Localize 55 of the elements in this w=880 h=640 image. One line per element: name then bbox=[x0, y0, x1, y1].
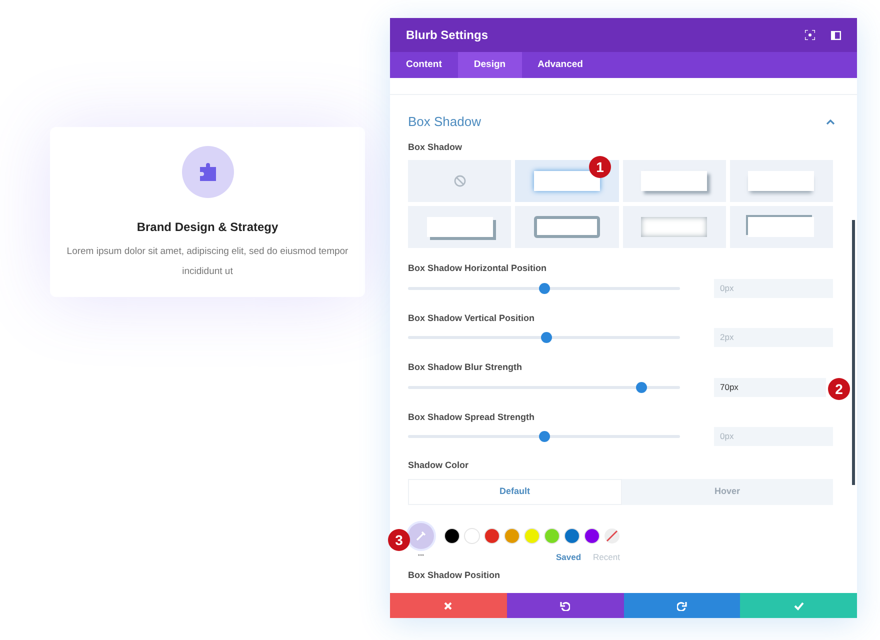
color-swatch[interactable] bbox=[544, 528, 560, 544]
field-label: Box Shadow bbox=[408, 140, 464, 154]
color-swatch[interactable] bbox=[464, 528, 480, 544]
color-swatch[interactable] bbox=[504, 528, 520, 544]
slider-thumb[interactable] bbox=[636, 382, 648, 392]
step-marker: 1 bbox=[589, 156, 611, 178]
redo-button[interactable] bbox=[624, 593, 740, 618]
scrollbar[interactable] bbox=[852, 220, 855, 485]
panel-tab[interactable]: Design bbox=[458, 52, 522, 78]
color-swatch[interactable] bbox=[524, 528, 540, 544]
shadow-preset[interactable] bbox=[730, 206, 833, 248]
no-shadow-icon bbox=[454, 175, 466, 187]
undo-icon bbox=[560, 600, 570, 610]
field-label: Box Shadow Horizontal Position bbox=[408, 262, 548, 275]
fullscreen-icon[interactable] bbox=[805, 30, 815, 40]
save-icon bbox=[794, 600, 804, 610]
color-picker-button[interactable] bbox=[408, 522, 434, 548]
value-field[interactable]: 0px bbox=[714, 278, 833, 298]
slider-thumb[interactable] bbox=[538, 282, 550, 294]
field-label: Box Shadow Spread Strength bbox=[408, 410, 536, 424]
step-marker: 2 bbox=[828, 378, 850, 400]
color-swatch[interactable] bbox=[584, 528, 600, 544]
value-field[interactable]: 0px bbox=[714, 427, 833, 446]
sidebar-icon[interactable] bbox=[831, 30, 841, 40]
shadow-preset[interactable] bbox=[515, 206, 618, 248]
panel-title: Blurb Settings bbox=[406, 27, 488, 44]
shadow-preset[interactable] bbox=[408, 206, 512, 248]
section-title[interactable]: Box Shadow bbox=[408, 112, 481, 132]
value-field[interactable]: 2px bbox=[714, 328, 833, 347]
palette-tab[interactable]: Saved bbox=[556, 550, 582, 564]
eyedropper-icon bbox=[415, 530, 427, 542]
panel-tab[interactable]: Content bbox=[390, 52, 458, 78]
step-marker: 3 bbox=[388, 529, 410, 551]
value-field[interactable]: 70px bbox=[714, 378, 826, 396]
card-text: Lorem ipsum dolor sit amet, adipiscing elit, sed do eiusmod tempor incididunt ut bbox=[66, 245, 350, 279]
color-swatch[interactable] bbox=[444, 528, 460, 544]
field-label: Box Shadow Vertical Position bbox=[408, 312, 536, 324]
card-title: Brand Design & Strategy bbox=[136, 219, 278, 236]
shadow-preset[interactable] bbox=[515, 160, 618, 202]
state-tab[interactable]: Default bbox=[408, 478, 622, 504]
no-color-swatch[interactable] bbox=[604, 528, 620, 544]
field-label: Shadow Color bbox=[408, 459, 470, 472]
color-swatch[interactable] bbox=[484, 528, 500, 544]
field-label: Box Shadow Blur Strength bbox=[408, 361, 524, 374]
puzzle-icon bbox=[182, 146, 234, 198]
state-tab[interactable]: Hover bbox=[622, 478, 833, 504]
cancel-icon bbox=[443, 600, 454, 610]
color-swatch[interactable] bbox=[564, 528, 580, 544]
redo-icon bbox=[676, 600, 687, 610]
undo-button[interactable] bbox=[506, 593, 624, 618]
panel-tab[interactable]: Advanced bbox=[522, 52, 599, 78]
field-label: Box Shadow Position bbox=[408, 569, 502, 582]
slider-thumb[interactable] bbox=[538, 431, 550, 442]
slider-thumb[interactable] bbox=[541, 332, 552, 343]
chevron-icon[interactable] bbox=[826, 118, 835, 125]
